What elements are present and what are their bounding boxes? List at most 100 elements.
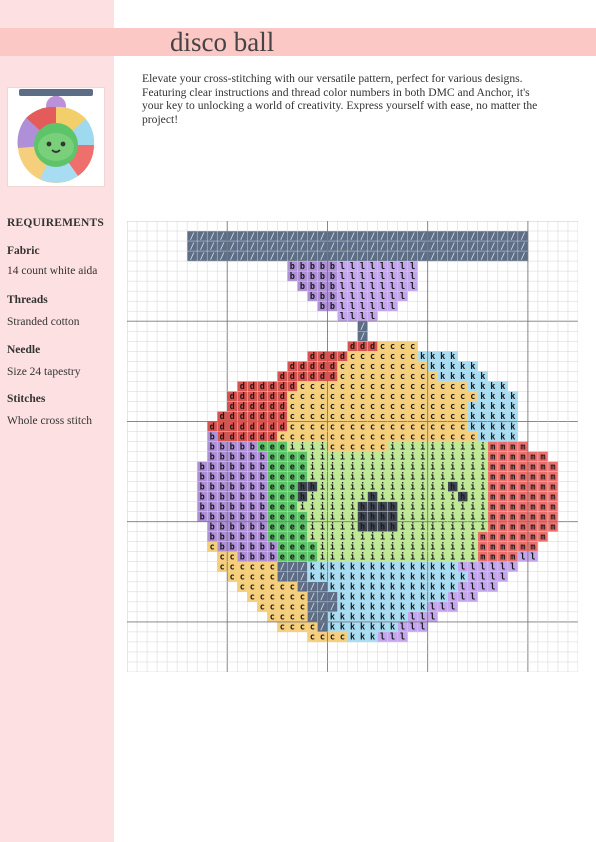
stitch-symbol: l xyxy=(400,292,405,302)
stitch-symbol: i xyxy=(430,441,435,452)
stitch-symbol: i xyxy=(310,451,315,462)
stitch-symbol: c xyxy=(290,412,295,422)
stitch-symbol: / xyxy=(220,242,225,252)
stitch-symbol: i xyxy=(400,511,405,522)
stitch-symbol: / xyxy=(310,252,315,262)
stitch-symbol: / xyxy=(310,613,315,623)
stitch-symbol: k xyxy=(430,352,435,362)
stitch-symbol: e xyxy=(290,533,295,543)
stitch-symbol: k xyxy=(430,583,435,593)
stitch-symbol: i xyxy=(360,481,365,492)
stitch-symbol: b xyxy=(320,292,325,302)
stitch-symbol: k xyxy=(490,422,495,432)
stitch-symbol: m xyxy=(540,502,545,512)
stitch-symbol: k xyxy=(470,402,475,412)
stitch-symbol: d xyxy=(290,362,295,372)
stitch-symbol: e xyxy=(280,452,285,462)
stitch-symbol: k xyxy=(350,603,355,613)
stitch-symbol: b xyxy=(230,462,235,472)
stitch-symbol: l xyxy=(370,282,375,292)
stitch-symbol: b xyxy=(220,442,225,452)
stitch-symbol: i xyxy=(320,521,325,532)
stitch-symbol: i xyxy=(420,461,425,472)
stitch-symbol: b xyxy=(210,482,215,492)
stitch-symbol: l xyxy=(390,272,395,282)
stitch-symbol: b xyxy=(240,482,245,492)
stitch-symbol: c xyxy=(320,382,325,392)
stitch-symbol: d xyxy=(290,372,295,382)
stitch-symbol: d xyxy=(250,412,255,422)
stitch-symbol: c xyxy=(390,412,395,422)
stitch-symbol: d xyxy=(340,352,345,362)
stitch-symbol: i xyxy=(470,542,475,553)
stitch-symbol: e xyxy=(270,472,275,482)
stitch-symbol: b xyxy=(240,502,245,512)
stitch-symbol: k xyxy=(430,563,435,573)
stitch-symbol: k xyxy=(460,372,465,382)
stitch-symbol: / xyxy=(440,242,445,252)
stitch-symbol: c xyxy=(380,372,385,382)
stitch-symbol: k xyxy=(450,573,455,583)
stitch-symbol: d xyxy=(310,372,315,382)
stitch-symbol: i xyxy=(360,552,365,563)
stitch-symbol: i xyxy=(470,471,475,482)
stitch-symbol: i xyxy=(360,542,365,553)
stitch-symbol: k xyxy=(490,412,495,422)
stitch-symbol: b xyxy=(330,272,335,282)
stitch-symbol: c xyxy=(250,583,255,593)
stitch-symbol: c xyxy=(300,623,305,633)
stitch-symbol: l xyxy=(440,603,445,613)
stitch-symbol: i xyxy=(340,521,345,532)
stitch-symbol: / xyxy=(380,232,385,242)
stitch-symbol: / xyxy=(270,232,275,242)
stitch-symbol: d xyxy=(260,412,265,422)
stitch-symbol: b xyxy=(270,553,275,563)
stitch-symbol: i xyxy=(380,461,385,472)
stitch-symbol: b xyxy=(240,522,245,532)
stitch-chart: / / / / / / / / / / / / / / / / / / / / / / / / / / / / / / / / //// / / / /… xyxy=(127,221,578,672)
stitch-symbol: d xyxy=(230,422,235,432)
stitch-symbol: m xyxy=(490,522,495,532)
stitch-symbol: c xyxy=(300,432,305,442)
stitch-symbol: d xyxy=(320,372,325,382)
stitch-symbol: l xyxy=(390,633,395,643)
stitch-symbol: b xyxy=(270,543,275,553)
stitch-symbol: b xyxy=(260,482,265,492)
stitch-symbol: d xyxy=(240,402,245,412)
stitch-symbol: c xyxy=(380,342,385,352)
stitch-symbol: b xyxy=(230,533,235,543)
stitch-symbol: c xyxy=(280,432,285,442)
stitch-symbol: i xyxy=(440,552,445,563)
stitch-symbol: b xyxy=(220,502,225,512)
stitch-symbol: d xyxy=(220,422,225,432)
stitch-symbol: / xyxy=(370,242,375,252)
stitch-symbol: / xyxy=(460,252,465,262)
stitch-symbol: i xyxy=(380,471,385,482)
stitch-symbol: c xyxy=(410,362,415,372)
stitch-symbol: i xyxy=(390,461,395,472)
stitch-symbol: i xyxy=(390,481,395,492)
stitch-symbol: i xyxy=(460,501,465,512)
stitch-symbol: k xyxy=(390,573,395,583)
stitch-symbol: b xyxy=(240,533,245,543)
stitch-symbol: e xyxy=(280,442,285,452)
stitch-symbol: m xyxy=(510,502,515,512)
stitch-symbol: c xyxy=(210,543,215,553)
stitch-symbol: k xyxy=(410,563,415,573)
stitch-symbol: / xyxy=(350,252,355,262)
stitch-symbol: m xyxy=(510,472,515,482)
stitch-symbol: i xyxy=(450,471,455,482)
stitch-symbol: i xyxy=(350,491,355,502)
stitch-symbol: / xyxy=(240,232,245,242)
stitch-symbol: h xyxy=(380,522,385,532)
stitch-symbol: i xyxy=(420,532,425,543)
stitch-symbol: c xyxy=(360,412,365,422)
stitch-symbol: k xyxy=(380,613,385,623)
stitch-symbol: i xyxy=(350,481,355,492)
stitch-symbol: b xyxy=(250,442,255,452)
stitch-symbol: l xyxy=(370,292,375,302)
stitch-symbol: k xyxy=(440,573,445,583)
stitch-symbol: h xyxy=(300,492,305,502)
stitch-symbol: / xyxy=(340,232,345,242)
stitch-symbol: d xyxy=(270,422,275,432)
